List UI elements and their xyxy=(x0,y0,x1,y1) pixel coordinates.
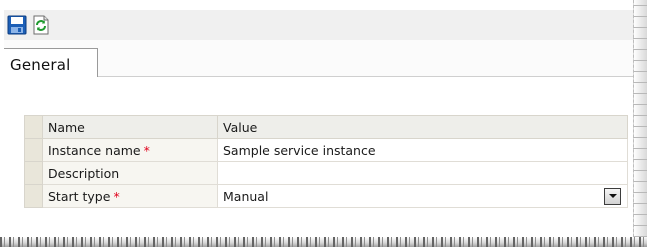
property-name: Description xyxy=(42,161,218,185)
refresh-button[interactable] xyxy=(30,14,52,36)
property-grid: Name Value Instance name * Sample service… xyxy=(24,115,628,208)
required-marker: * xyxy=(143,142,150,158)
row-gutter[interactable] xyxy=(24,161,43,185)
property-label: Start type xyxy=(48,188,111,204)
property-name: Start type * xyxy=(42,184,218,208)
table-row: Start type * Manual xyxy=(24,184,628,208)
property-label: Description xyxy=(48,165,120,181)
property-label: Instance name xyxy=(48,142,141,158)
toolbar xyxy=(4,10,634,40)
table-row: Description xyxy=(24,161,628,185)
save-icon xyxy=(7,15,27,35)
selected-value: Manual xyxy=(223,188,269,204)
select-wrapper: Manual xyxy=(223,186,622,207)
refresh-icon xyxy=(33,15,49,35)
row-gutter[interactable] xyxy=(24,184,43,208)
tab-strip: General xyxy=(4,40,634,86)
description-field[interactable] xyxy=(217,161,628,185)
row-gutter[interactable] xyxy=(24,138,43,162)
required-marker: * xyxy=(113,188,120,204)
save-button[interactable] xyxy=(6,14,28,36)
torn-edge-right xyxy=(633,0,647,247)
column-header-value[interactable]: Value xyxy=(217,115,628,139)
torn-edge-bottom xyxy=(0,237,647,247)
property-name: Instance name * xyxy=(42,138,218,162)
tab-content-panel: Name Value Instance name * Sample service… xyxy=(4,77,634,239)
row-gutter xyxy=(24,115,43,139)
dropdown-arrow-button[interactable] xyxy=(604,187,621,205)
table-row: Instance name * Sample service instance xyxy=(24,138,628,162)
instance-name-field[interactable]: Sample service instance xyxy=(217,138,628,162)
start-type-select[interactable]: Manual xyxy=(217,184,628,208)
column-header-name[interactable]: Name xyxy=(42,115,218,139)
grid-header-row: Name Value xyxy=(24,115,628,139)
